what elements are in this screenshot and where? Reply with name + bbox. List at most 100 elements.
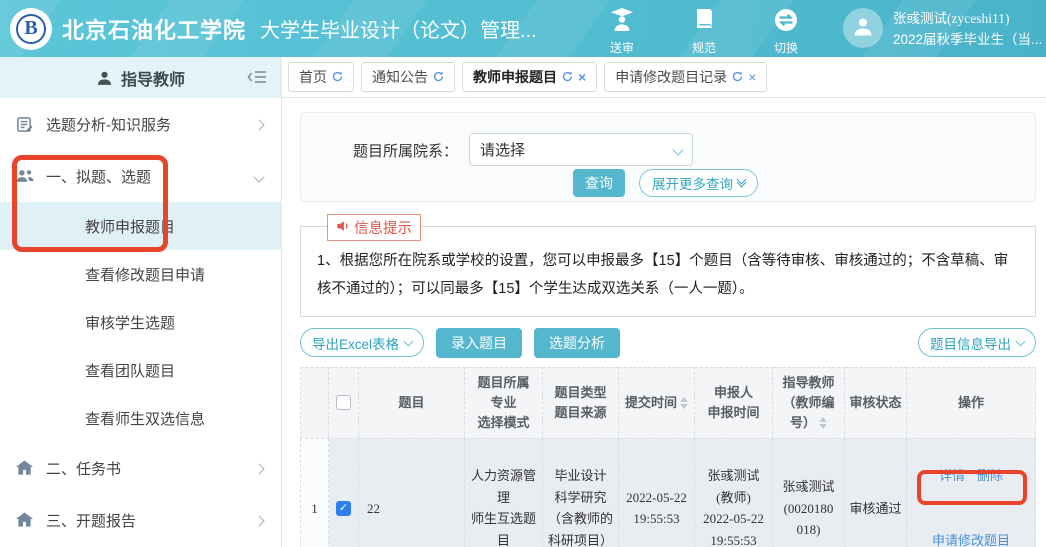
chevron-right-icon (253, 119, 264, 130)
delete-link[interactable]: 删除 (977, 465, 1003, 486)
department-select[interactable]: 请选择 (469, 133, 693, 166)
topic-analysis-button[interactable]: 选题分析 (534, 328, 620, 358)
refresh-icon[interactable] (332, 69, 343, 85)
search-filter-panel: 题目所属院系： 请选择 查询 展开更多查询 (300, 112, 1036, 202)
double-chevron-down-icon (738, 180, 745, 186)
switch-label: 切换 (774, 39, 798, 56)
index-column-header (301, 367, 329, 438)
cell-type-source: 毕业设计 科学研究（含教师的科研项目） (543, 438, 619, 547)
sidebar-item-review-student-selection[interactable]: 审核学生选题 (0, 298, 281, 346)
school-logo: B (10, 8, 52, 50)
row-index: 1 (301, 438, 329, 547)
search-button[interactable]: 查询 (573, 169, 625, 197)
detail-link[interactable]: 详情 (939, 465, 965, 486)
sidebar-item-task-book[interactable]: 二、任务书 (0, 442, 281, 494)
app-root: B 北京石油化工学院 大学生毕业设计（论文）管理... 送审 (0, 0, 1046, 547)
add-topic-button[interactable]: 录入题目 (436, 328, 522, 358)
home-icon (16, 512, 34, 528)
sidebar-item-topic-selection[interactable]: 一、拟题、选题 (0, 150, 281, 202)
column-header-topic: 题目 (359, 367, 465, 438)
top-header: B 北京石油化工学院 大学生毕业设计（论文）管理... 送审 (0, 0, 1046, 57)
column-header-type-source: 题目类型 题目来源 (543, 367, 619, 438)
export-excel-button[interactable]: 导出Excel表格 (300, 328, 424, 357)
sidebar-item-view-mutual-selection-info[interactable]: 查看师生双选信息 (0, 394, 281, 442)
column-header-major-mode: 题目所属 专业 选择模式 (465, 367, 543, 438)
row-checkbox-checked[interactable]: ✓ (336, 501, 351, 516)
speaker-icon (336, 219, 350, 237)
tab-bar: 首页 通知公告 教师申报题目 × 申请修改题目记录 (282, 57, 1046, 98)
cell-status: 审核通过 (845, 438, 907, 547)
cell-topic: 22 (359, 438, 465, 547)
tab-notices[interactable]: 通知公告 (361, 62, 455, 92)
sidebar-collapse-icon[interactable] (247, 69, 267, 90)
table-toolbar: 导出Excel表格 录入题目 选题分析 题目信息导出 (300, 327, 1036, 359)
chevron-right-icon (253, 463, 264, 474)
tab-label: 通知公告 (372, 67, 428, 87)
sidebar-item-label: 审核学生选题 (85, 312, 175, 333)
sidebar-item-label: 查看修改题目申请 (85, 264, 205, 285)
column-header-operations: 操作 (907, 367, 1036, 438)
home-icon (16, 460, 34, 476)
tab-modify-topic-records[interactable]: 申请修改题目记录 × (604, 62, 767, 92)
main-content: 首页 通知公告 教师申报题目 × 申请修改题目记录 (282, 57, 1046, 547)
close-icon[interactable]: × (748, 70, 756, 84)
chevron-right-icon (253, 515, 264, 526)
user-term: 2022届秋季毕业生（当... (893, 29, 1042, 50)
expand-more-label: 展开更多查询 (652, 173, 733, 193)
graduate-person-icon (609, 8, 635, 37)
tab-teacher-declare-topic[interactable]: 教师申报题目 × (462, 62, 597, 92)
cell-advisor: 张彧测试 (0020180 018) (773, 438, 845, 547)
sort-icon[interactable] (680, 397, 688, 409)
tab-label: 教师申报题目 (473, 67, 557, 87)
sidebar-item-view-team-topics[interactable]: 查看团队题目 (0, 346, 281, 394)
user-info[interactable]: 张彧测试(zyceshi11) 2022届秋季毕业生（当... (893, 8, 1042, 50)
send-review-action[interactable]: 送审 (598, 8, 646, 56)
book-icon (693, 8, 715, 37)
select-all-header (329, 367, 359, 438)
sidebar-item-label: 查看团队题目 (85, 360, 175, 381)
topics-table: 题目 题目所属 专业 选择模式 题目类型 题目来源 提交时间 申报人 申报时间 … (300, 367, 1036, 547)
tab-home[interactable]: 首页 (288, 62, 354, 92)
sidebar-item-topic-analysis-service[interactable]: 选题分析-知识服务 (0, 98, 281, 150)
refresh-icon[interactable] (562, 69, 573, 85)
column-header-status: 审核状态 (845, 367, 907, 438)
chevron-down-icon (1016, 336, 1026, 346)
apply-modify-topic-link[interactable]: 申请修改题目 (932, 533, 1010, 547)
sidebar-item-opening-report[interactable]: 三、开题报告 (0, 494, 281, 546)
sidebar-item-label: 二、任务书 (46, 458, 121, 479)
column-header-advisor[interactable]: 指导教师 （教师编 号） (773, 367, 845, 438)
sidebar-item-label: 选题分析-知识服务 (46, 114, 171, 135)
sidebar: 指导教师 选题分析-知识服务 (0, 57, 282, 547)
column-header-submit-time[interactable]: 提交时间 (619, 367, 695, 438)
sidebar-item-label: 三、开题报告 (46, 510, 136, 531)
export-topic-info-label: 题目信息导出 (930, 333, 1011, 353)
chevron-down-icon (672, 144, 683, 155)
user-name: 张彧测试(zyceshi11) (893, 8, 1042, 29)
department-select-value: 请选择 (480, 139, 525, 160)
sidebar-item-label: 一、拟题、选题 (46, 166, 151, 187)
expand-more-search-button[interactable]: 展开更多查询 (639, 169, 758, 197)
refresh-icon[interactable] (433, 69, 444, 85)
table-row: 1 ✓ 22 人力资源管理 师生互选题目 毕业设计 科学研究（含教师的科研项目）… (301, 438, 1036, 547)
notice-title: 信息提示 (354, 217, 412, 238)
sort-icon[interactable] (819, 417, 827, 429)
table-header-row: 题目 题目所属 专业 选择模式 题目类型 题目来源 提交时间 申报人 申报时间 … (301, 367, 1036, 438)
chevron-down-icon (253, 171, 264, 182)
sidebar-item-view-modify-topic-request[interactable]: 查看修改题目申请 (0, 250, 281, 298)
sidebar-item-teacher-declare-topic[interactable]: 教师申报题目 (0, 202, 281, 250)
close-icon[interactable]: × (578, 70, 586, 84)
switch-icon (774, 8, 798, 37)
refresh-icon[interactable] (732, 69, 743, 85)
select-all-checkbox[interactable] (336, 395, 351, 410)
standards-label: 规范 (692, 39, 716, 56)
export-topic-info-button[interactable]: 题目信息导出 (918, 328, 1036, 357)
cell-operations: 详情 删除 申请修改题目 (907, 438, 1036, 547)
people-icon (16, 168, 34, 184)
tab-label: 首页 (299, 67, 327, 87)
standards-action[interactable]: 规范 (680, 8, 728, 56)
switch-action[interactable]: 切换 (762, 8, 810, 56)
user-avatar[interactable] (843, 8, 883, 48)
cell-major-mode: 人力资源管理 师生互选题目 (465, 438, 543, 547)
person-icon (852, 15, 874, 42)
notice-legend: 信息提示 (327, 214, 421, 241)
